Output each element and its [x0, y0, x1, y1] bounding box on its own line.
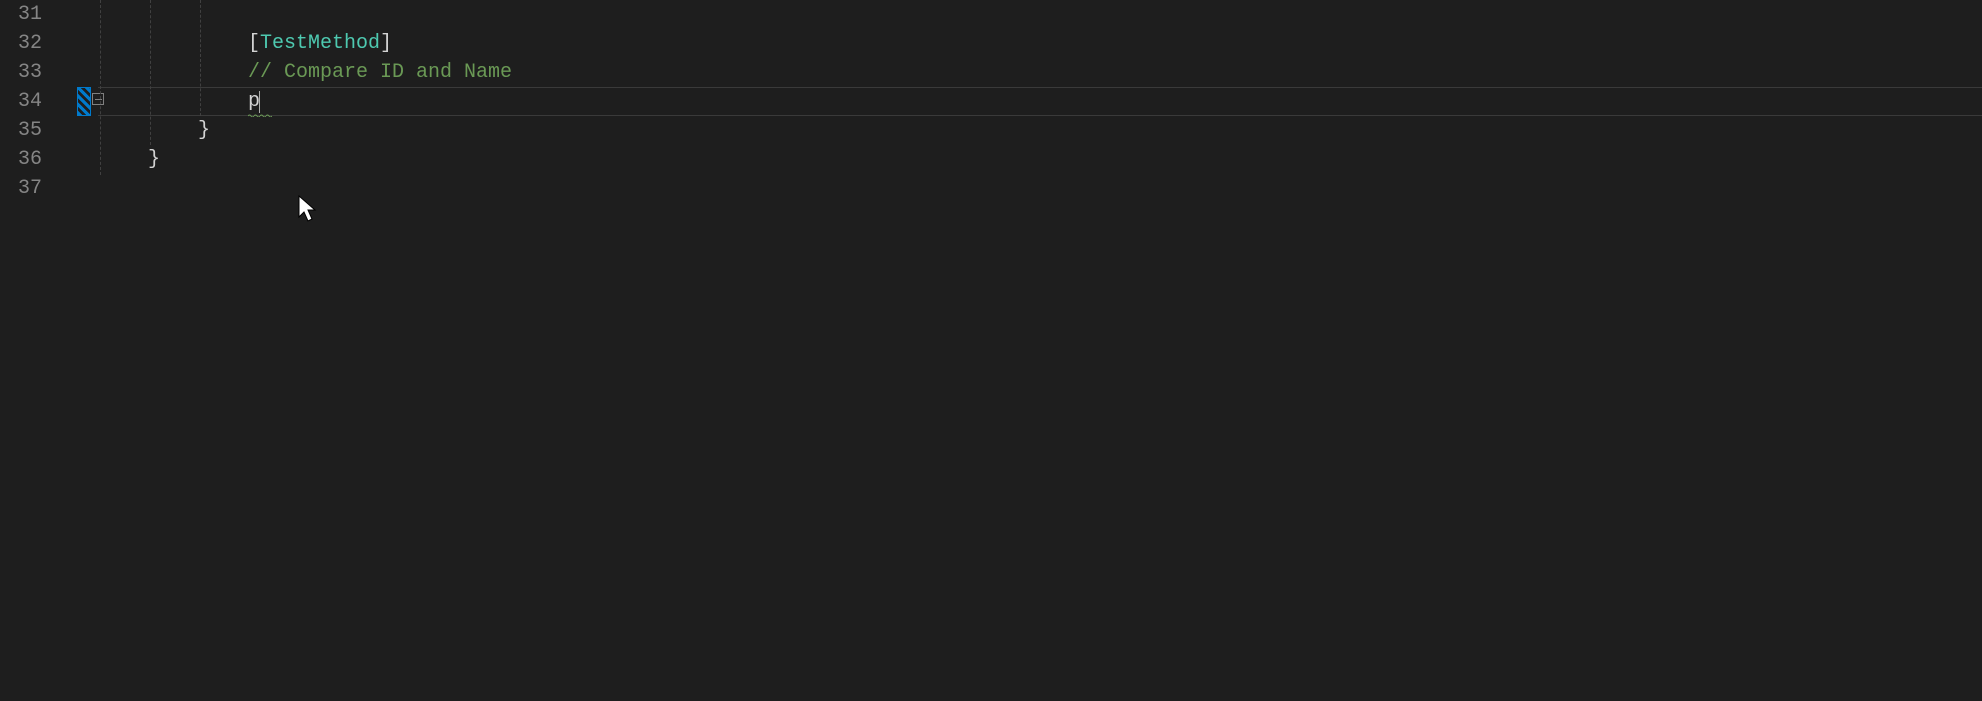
- code-line[interactable]: }: [98, 116, 1982, 145]
- bracket-open: [: [248, 32, 260, 55]
- code-line[interactable]: [98, 174, 1982, 203]
- editor-margin: [58, 0, 98, 701]
- line-number: 36: [0, 145, 42, 174]
- code-lines[interactable]: [TestMethod] // Compare ID and Name p } …: [98, 0, 1982, 203]
- line-number: 31: [0, 0, 42, 29]
- attribute-name: TestMethod: [260, 32, 380, 55]
- brace-close: }: [198, 119, 210, 142]
- line-number: 37: [0, 174, 42, 203]
- brace-close: }: [148, 148, 160, 171]
- line-number: 35: [0, 116, 42, 145]
- line-number: 33: [0, 58, 42, 87]
- comment-text: // Compare ID and Name: [248, 61, 512, 84]
- text-caret: [259, 91, 260, 113]
- code-area[interactable]: [TestMethod] // Compare ID and Name p } …: [98, 0, 1982, 701]
- code-line[interactable]: [98, 0, 1982, 29]
- line-number: 34: [0, 87, 42, 116]
- code-line[interactable]: p: [98, 87, 1982, 116]
- code-line[interactable]: }: [98, 145, 1982, 174]
- code-line[interactable]: // Compare ID and Name: [98, 58, 1982, 87]
- code-line[interactable]: [TestMethod]: [98, 29, 1982, 58]
- change-marker: [77, 87, 91, 116]
- line-number-gutter: 31323334353637: [0, 0, 58, 701]
- code-editor[interactable]: 31323334353637 [TestMethod] // Compare I…: [0, 0, 1982, 701]
- line-number: 32: [0, 29, 42, 58]
- bracket-close: ]: [380, 32, 392, 55]
